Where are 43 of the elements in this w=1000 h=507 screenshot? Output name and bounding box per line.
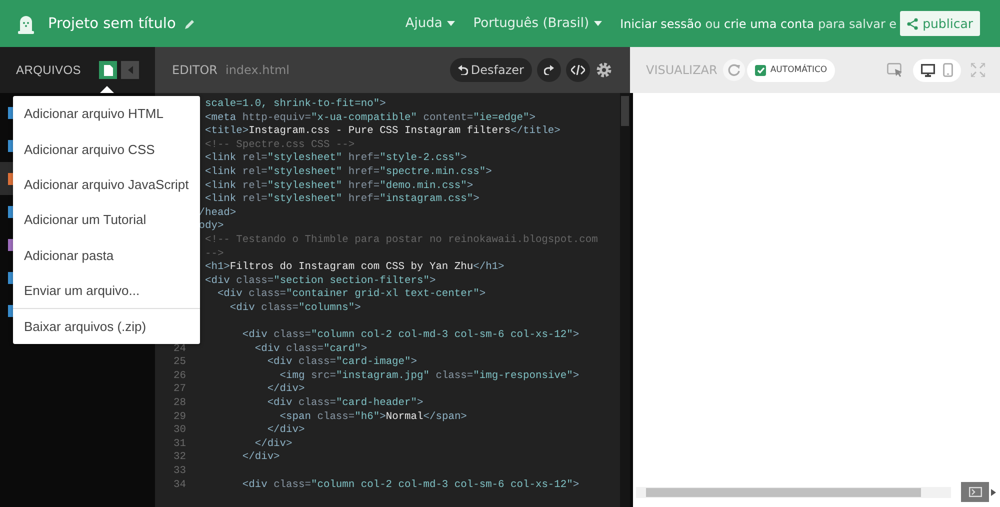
line-number: 24 [172,342,186,356]
line-number: 26 [172,370,186,384]
line-number: 29 [172,410,186,424]
code-line: <div class="card"> [254,342,368,356]
code-line: scale=1.0, shrink-to-fit=no"> [204,98,386,112]
line-number: 32 [172,451,186,466]
code-line: <link rel="stylesheet" href="style-2.css"> [204,152,467,166]
code-line: <div class="column col-2 col-md-3 col-sm-6 col-xs-12"> [241,478,580,492]
code-line: <link rel="stylesheet" href="demo.min.css"> [204,180,474,194]
line-number: 27 [172,383,186,398]
code-line: </div> [266,383,305,398]
code-line: <!-- Spectre.css CSS --> [204,138,355,152]
code-line: <title>Instagram.css - Pure CSS Instagram filters</title> [204,125,560,139]
code-line: <div class="card-header"> [266,397,424,411]
line-number: 31 [172,438,186,452]
code-line: <img src="instagram.jpg" class="img-responsive"> [278,370,580,384]
signin-text: Iniciar sessão ou crie uma conta para salvar e [620,16,897,30]
code-line: <link rel="stylesheet" href="spectre.min.css"> [204,166,492,180]
panel-title: ARQUIVOS [16,63,81,77]
code-line: <div class="columns"> [228,302,361,316]
code-line: <link rel="stylesheet" href="instagram.css"> [204,193,480,207]
file-name: index.html [225,63,290,77]
code-line: </div> [241,451,280,466]
line-number: 28 [172,397,186,411]
code-line: ody> [198,220,224,234]
code-line: <meta http-equiv="x-ua-compatible" content="ie=edge"> [204,112,536,126]
code-line: <div class="section section-filters"> [204,274,436,288]
code-line: <!-- Testando o Thimble para postar no reinokawaii.blogspot.com [204,234,598,248]
panel-title: VISUALIZAR [646,63,718,77]
code-line: <h1>Filtros do Instagram com CSS by Yan Zhu</h1> [204,261,504,275]
code-line: <div class="column col-2 col-md-3 col-sm-6 col-xs-12"> [241,329,580,343]
panel-title: EDITOR [172,63,218,77]
line-number: 30 [172,424,186,438]
code-line: </div> [254,438,292,452]
code-line: /head> [198,206,236,220]
line-number: 25 [172,356,186,370]
line-number: 33 [172,465,186,479]
code-line: <span class="h6">Normal</span> [278,410,467,424]
code-line: --> [204,248,224,262]
code-line: <div class="card-image"> [266,356,418,370]
line-number: 34 [172,478,186,492]
code-line: </div> [266,424,305,438]
code-line: <div class="container grid-xl text-center"> [216,288,486,302]
